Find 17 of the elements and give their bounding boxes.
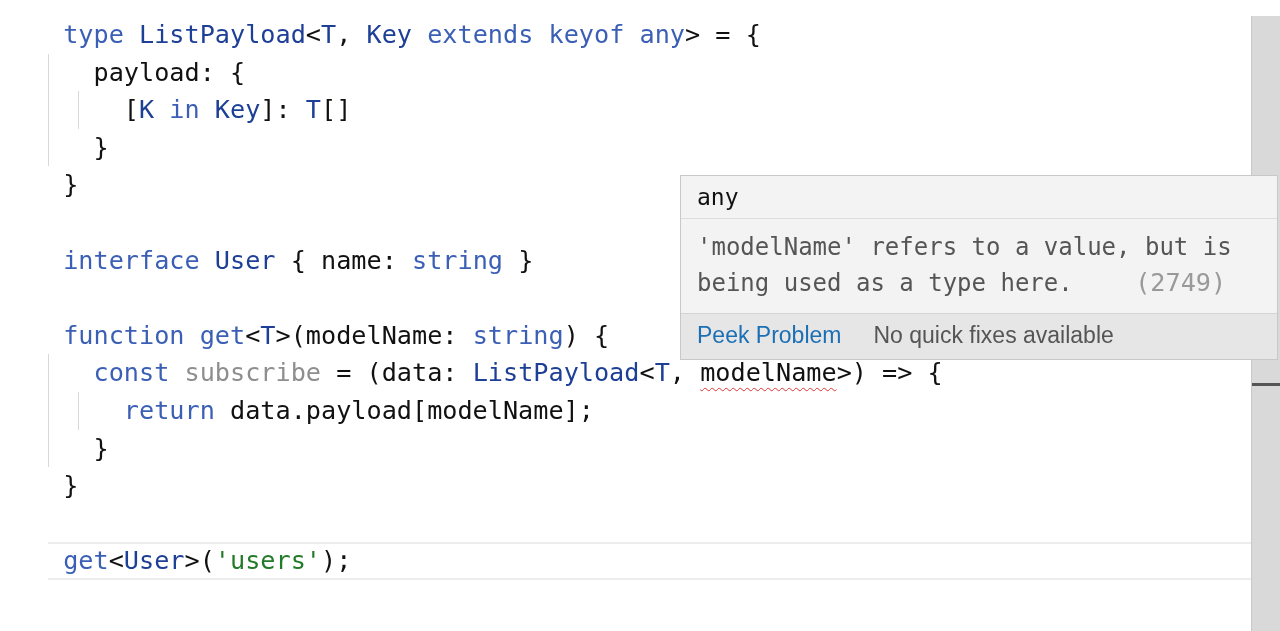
code-line: interface User { name: string } (62, 244, 534, 277)
type-info: any (681, 176, 1277, 219)
code-line: payload: { (48, 53, 246, 92)
code-line: return data.payload[modelName]; (48, 391, 594, 430)
code-line: function get<T>(modelName: string) { (62, 319, 610, 352)
code-line: } (62, 470, 79, 503)
code-line: [K in Key]: T[] (48, 91, 352, 129)
code-line: const subscribe = (data: ListPayload<T, modelName>) => { (48, 354, 943, 392)
code-line: } (62, 169, 79, 202)
code-line: type ListPayload<T, Key extends keyof any> = { (62, 19, 761, 51)
code-line: } (48, 429, 109, 468)
quick-fix-note: No quick fixes available (873, 322, 1114, 349)
code-line: get<User>('users'); (62, 545, 352, 578)
error-message: 'modelName' refers to a value, but is being used as a type here. (2749) (696, 232, 1233, 299)
peek-problem-link[interactable]: Peek Problem (697, 322, 842, 349)
code-line: } (48, 128, 109, 167)
cursor-marker (1252, 383, 1280, 386)
